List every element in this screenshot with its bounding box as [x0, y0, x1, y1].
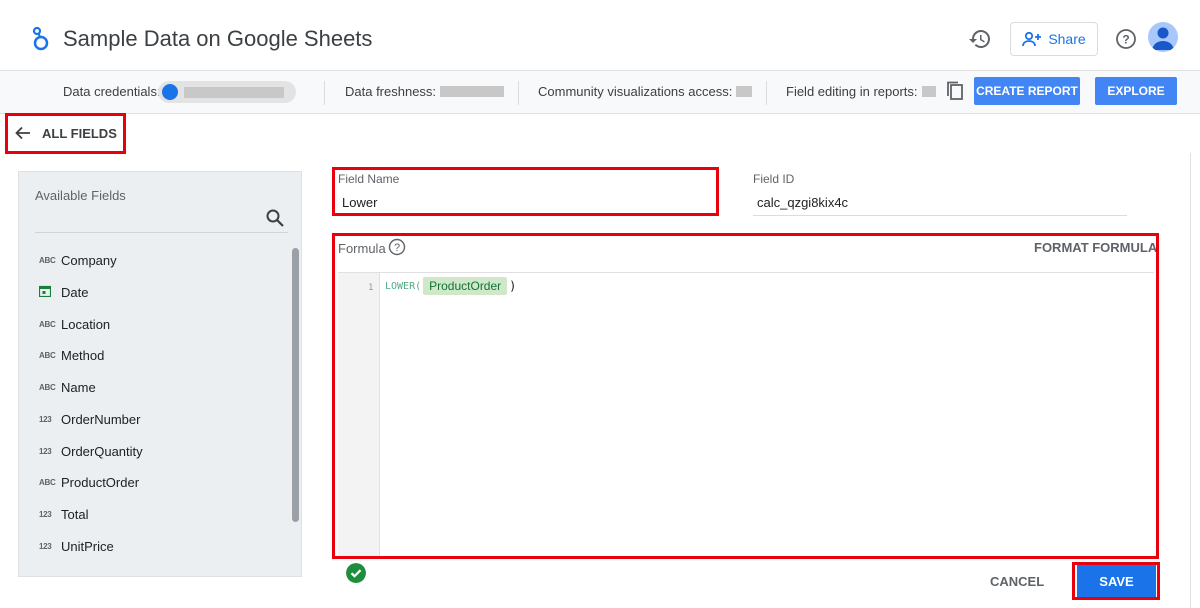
sidebar-scrollbar[interactable]	[292, 248, 299, 522]
all-fields-label: ALL FIELDS	[42, 125, 117, 141]
redacted-freshness	[440, 86, 505, 97]
copy-icon[interactable]	[946, 81, 964, 101]
help-circle-icon[interactable]: ?	[388, 238, 406, 256]
arrow-back-icon	[15, 126, 30, 140]
field-name-input[interactable]: Lower	[342, 195, 377, 210]
explore-button[interactable]: EXPLORE	[1095, 77, 1177, 105]
field-name: UnitPrice	[61, 538, 114, 554]
field-id-label: Field ID	[753, 172, 795, 186]
text-type-icon: ABC	[39, 319, 56, 329]
avatar-icon	[1152, 27, 1174, 50]
all-fields-back-button[interactable]: ALL FIELDS	[14, 121, 117, 145]
field-item-name[interactable]: ABC Name	[39, 376, 279, 398]
avatar[interactable]	[1148, 22, 1178, 52]
add-person-icon	[1022, 31, 1042, 47]
text-type-icon: ABC	[39, 382, 56, 392]
divider	[766, 81, 767, 105]
field-item-method[interactable]: ABC Method	[39, 344, 279, 366]
field-editing-label: Field editing in reports:	[786, 84, 918, 99]
formula-code: LOWER( ProductOrder )	[385, 277, 516, 295]
format-formula-button[interactable]: FORMAT FORMULA	[1034, 240, 1157, 255]
field-name: ProductOrder	[61, 474, 140, 490]
text-type-icon: ABC	[39, 350, 56, 360]
redacted-credentials	[184, 87, 284, 98]
field-item-unitprice[interactable]: 123 UnitPrice	[39, 535, 279, 557]
share-label: Share	[1048, 31, 1086, 47]
field-item-total[interactable]: 123 Total	[39, 503, 279, 525]
number-type-icon: 123	[39, 446, 52, 456]
formula-editor[interactable]: 1 LOWER( ProductOrder )	[338, 272, 1154, 556]
history-icon[interactable]	[968, 27, 992, 51]
text-type-icon: ABC	[39, 255, 56, 265]
panel-edge	[1190, 153, 1191, 608]
create-report-button[interactable]: CREATE REPORT	[974, 77, 1080, 105]
community-visualizations-label: Community visualizations access:	[538, 84, 733, 99]
number-type-icon: 123	[39, 509, 52, 519]
svg-text:?: ?	[394, 242, 400, 254]
field-name: OrderNumber	[61, 411, 141, 427]
field-item-orderquantity[interactable]: 123 OrderQuantity	[39, 440, 279, 462]
field-item-company[interactable]: ABC Company	[39, 249, 279, 271]
field-item-productorder[interactable]: ABC ProductOrder	[39, 471, 279, 493]
field-item-date[interactable]: Date	[38, 281, 279, 303]
field-chip-productorder[interactable]: ProductOrder	[423, 277, 508, 295]
number-type-icon: 123	[39, 414, 52, 424]
field-name: Total	[61, 506, 89, 522]
save-button[interactable]: SAVE	[1077, 565, 1156, 597]
field-id-value: calc_qzgi8kix4c	[757, 195, 849, 210]
app-header: Sample Data on Google Sheets Share ?	[0, 0, 1200, 70]
formula-close-paren: )	[509, 279, 517, 293]
line-number: 1	[368, 283, 374, 293]
formula-label: Formula	[338, 241, 386, 256]
line-gutter: 1	[338, 273, 380, 556]
share-button[interactable]: Share	[1010, 22, 1098, 56]
field-name-label: Field Name	[338, 172, 400, 186]
field-name: Company	[61, 252, 117, 268]
data-freshness[interactable]: Data freshness:	[345, 84, 505, 99]
redacted-field-editing	[921, 86, 936, 97]
formula-function: LOWER(	[385, 280, 422, 292]
field-name: Date	[61, 284, 89, 300]
search-icon[interactable]	[265, 208, 285, 228]
calendar-icon	[38, 285, 61, 300]
available-fields-title: Available Fields	[35, 188, 126, 203]
page-title: Sample Data on Google Sheets	[63, 26, 373, 51]
data-studio-logo-icon	[32, 26, 49, 51]
field-name: OrderQuantity	[61, 443, 143, 459]
redacted-community	[736, 86, 753, 97]
community-visualizations[interactable]: Community visualizations access:	[538, 84, 753, 99]
field-editing[interactable]: Field editing in reports:	[786, 84, 936, 99]
number-type-icon: 123	[39, 541, 52, 551]
available-fields-panel: Available Fields ABC Company Date ABC Lo…	[18, 171, 302, 577]
cancel-button[interactable]: CANCEL	[990, 574, 1044, 589]
field-item-ordernumber[interactable]: 123 OrderNumber	[39, 408, 279, 430]
text-type-icon: ABC	[39, 477, 56, 487]
field-name: Method	[61, 347, 105, 363]
data-credentials-label: Data credentials:	[63, 84, 161, 99]
field-item-location[interactable]: ABC Location	[39, 313, 279, 335]
search-underline	[35, 232, 288, 233]
svg-text:?: ?	[1122, 33, 1129, 47]
check-circle-icon	[346, 563, 366, 583]
data-credentials: Data credentials:	[63, 84, 161, 99]
field-name: Name	[61, 379, 96, 395]
divider	[518, 81, 519, 105]
field-name: Location	[61, 316, 111, 332]
field-id-underline	[753, 215, 1127, 216]
help-icon[interactable]: ?	[1114, 27, 1138, 51]
divider	[324, 81, 325, 105]
credentials-avatar	[162, 84, 178, 100]
data-freshness-label: Data freshness:	[345, 84, 437, 99]
